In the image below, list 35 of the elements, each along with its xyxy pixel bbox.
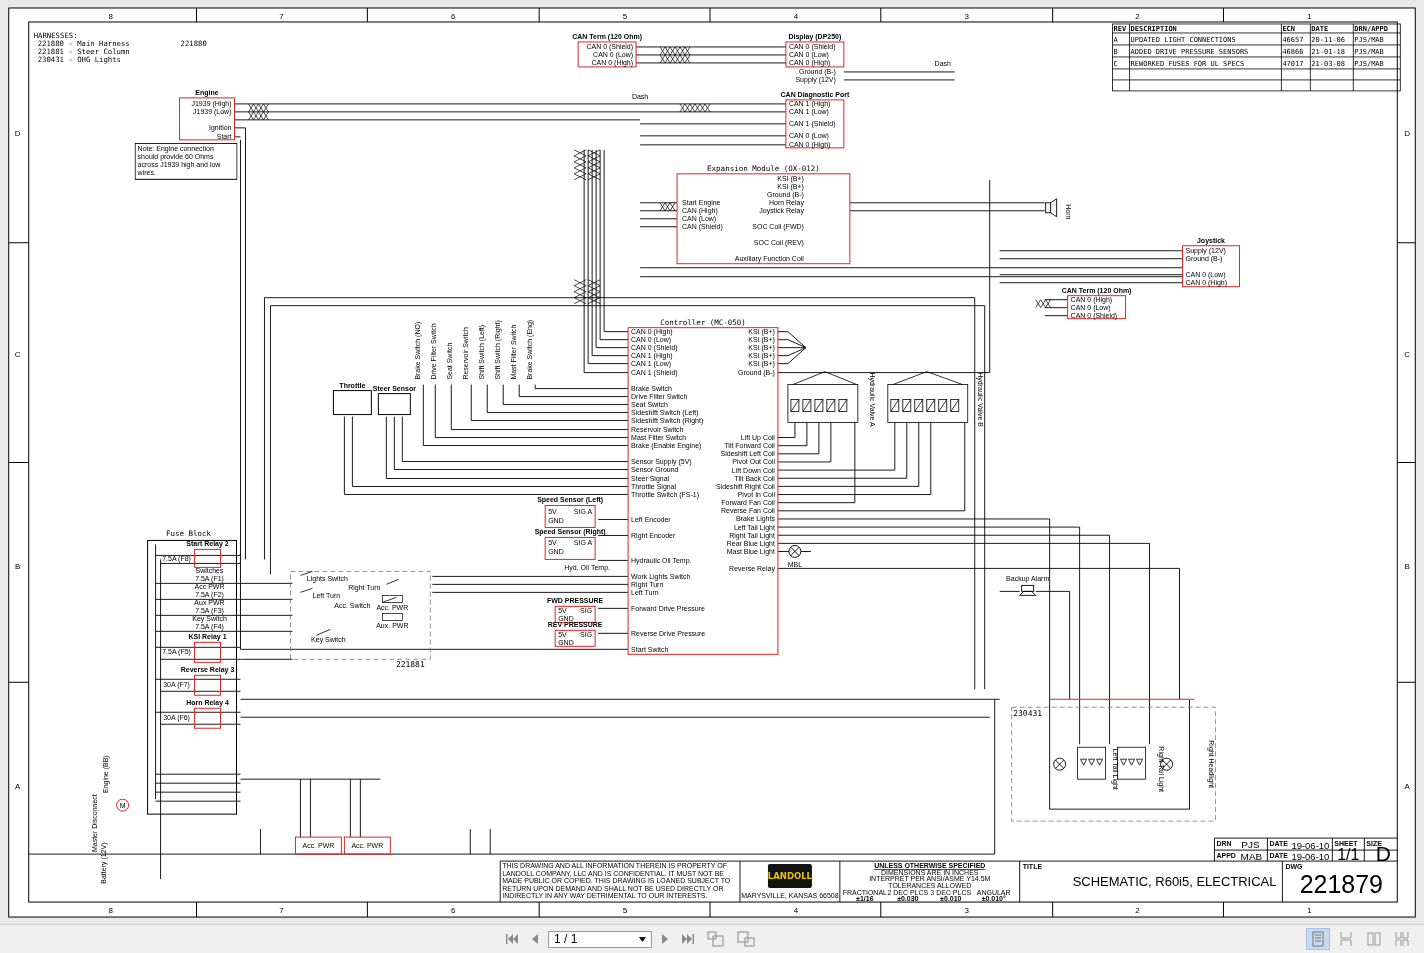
zone-label: 1 xyxy=(1307,12,1312,21)
diagram-label: 230431 xyxy=(1013,709,1043,719)
zone-label: 7 xyxy=(279,12,284,21)
zone-label: 7 xyxy=(279,906,284,916)
zone-label: 5 xyxy=(622,12,628,21)
zone-label: C xyxy=(1404,349,1411,359)
zone-label: 8 xyxy=(108,12,113,21)
zone-label: 4 xyxy=(793,12,799,21)
zone-label: B xyxy=(15,562,21,572)
zone-label: 5 xyxy=(622,906,628,916)
zone-label: B xyxy=(1404,562,1410,572)
zone-label: 2 xyxy=(1135,12,1140,21)
zone-label: 6 xyxy=(451,906,456,916)
sheet-number: 1/1 xyxy=(1337,846,1360,864)
zone-label: 3 xyxy=(964,906,969,916)
diagram-label: 221881 xyxy=(395,660,425,670)
zone-label: A xyxy=(1404,782,1410,792)
zone-label: 4 xyxy=(793,906,799,916)
zone-label: 6 xyxy=(451,12,456,21)
zone-label: A xyxy=(15,782,21,792)
page-field[interactable]: 1 / 1 xyxy=(548,930,652,948)
zone-label: 1 xyxy=(1307,906,1312,916)
zone-label: C xyxy=(14,349,21,359)
zone-label: 3 xyxy=(964,12,969,21)
drawing-title: SCHEMATIC, R60i5, ELECTRICAL xyxy=(1072,874,1277,890)
zone-label: D xyxy=(1404,128,1411,138)
date-value: 19-06-10 xyxy=(1291,839,1330,851)
company-name: LANDOLL xyxy=(767,871,812,882)
zone-label: D xyxy=(14,128,21,138)
zone-label: 2 xyxy=(1135,906,1140,916)
drawn-by: PJS xyxy=(1241,839,1260,851)
date-value: 19-06-10 xyxy=(1291,851,1330,863)
drawing-number: 221879 xyxy=(1299,870,1383,899)
zone-label: 8 xyxy=(108,906,113,916)
approved-by: MAB xyxy=(1240,851,1263,863)
